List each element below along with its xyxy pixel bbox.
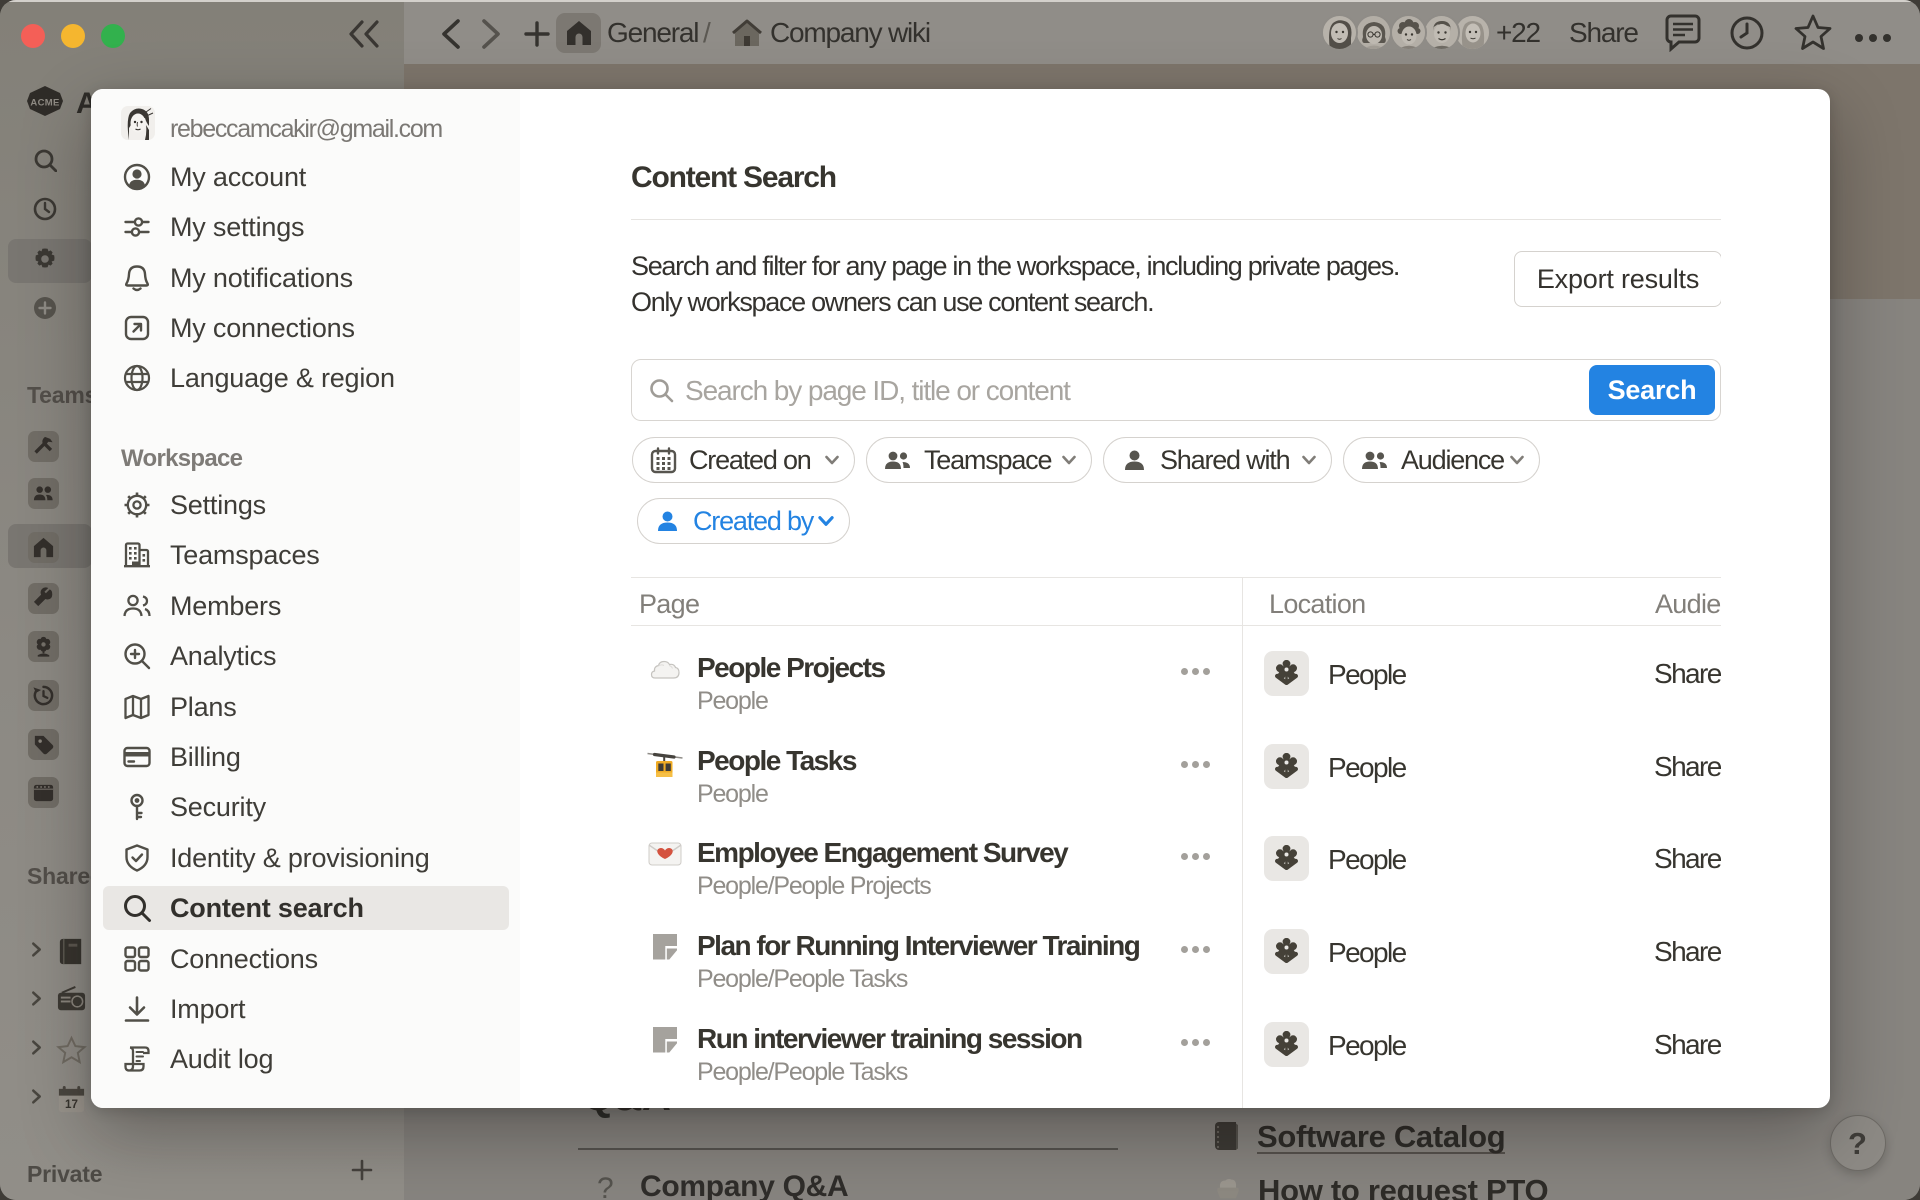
svg-text:17: 17 (65, 1098, 78, 1111)
svg-text:ACME: ACME (30, 98, 59, 109)
